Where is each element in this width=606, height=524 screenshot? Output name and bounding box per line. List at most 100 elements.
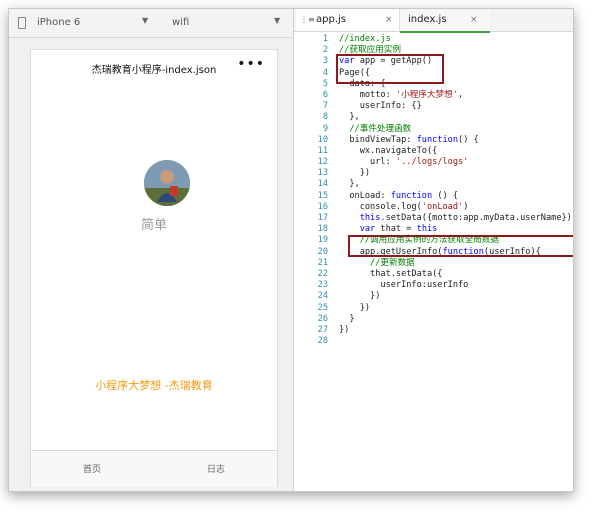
phone-device-icon (18, 17, 26, 29)
line-number: 15 (317, 190, 328, 201)
line-number: 10 (317, 134, 328, 145)
simulator-panel: iPhone 6 ▼ wifi ▼ 杰瑞教育小程序-index.json •••… (9, 9, 294, 491)
line-number: 14 (317, 179, 328, 190)
device-select[interactable]: iPhone 6 (37, 17, 80, 28)
code-text: userInfo:userInfo (339, 280, 469, 291)
line-number: 26 (317, 313, 328, 324)
line-number: 19 (317, 235, 328, 246)
code-line[interactable]: 11 wx.navigateTo({ (294, 146, 573, 157)
code-text: userInfo: {} (339, 101, 422, 112)
network-select[interactable]: wifi (172, 17, 189, 28)
code-text: }) (339, 324, 350, 335)
code-line[interactable]: 9 //事件处理函数 (294, 124, 573, 135)
code-text: console.log('onLoad') (339, 201, 469, 212)
line-number: 11 (317, 145, 328, 156)
tab-bar: 首页 日志 (31, 450, 277, 487)
motto-text: 小程序大梦想 -杰瑞教育 (95, 379, 213, 392)
line-number: 8 (322, 112, 328, 123)
line-number: 27 (317, 324, 328, 335)
code-text: }) (339, 291, 381, 302)
line-number: 2 (322, 45, 328, 56)
line-number: 24 (317, 291, 328, 302)
code-text: }) (339, 168, 371, 179)
code-line[interactable]: 6 motto: '小程序大梦想', (294, 90, 573, 101)
line-number: 18 (317, 224, 328, 235)
code-line[interactable]: 28 (294, 336, 573, 347)
chevron-down-icon[interactable]: ▼ (142, 16, 148, 25)
code-line[interactable]: 1 //index.js (294, 34, 573, 45)
line-number: 16 (317, 201, 328, 212)
code-text: url: '../logs/logs' (339, 157, 469, 168)
close-icon[interactable]: × (385, 9, 393, 31)
user-nickname: 简单 (140, 218, 167, 233)
code-line[interactable]: 18 var that = this (294, 224, 573, 235)
line-number: 21 (317, 257, 328, 268)
code-line[interactable]: 15 onLoad: function () { (294, 191, 573, 202)
code-text: motto: '小程序大梦想', (339, 89, 464, 100)
code-text: }, (339, 179, 360, 190)
line-number: 4 (322, 67, 328, 78)
code-line[interactable]: 8 }, (294, 112, 573, 123)
line-number: 9 (322, 123, 328, 134)
code-line[interactable]: 24 }) (294, 291, 573, 302)
line-number: 1 (322, 34, 328, 44)
code-text: }) (339, 302, 371, 313)
line-number: 25 (317, 302, 328, 313)
highlight-box-getapp (336, 54, 444, 84)
code-line[interactable]: 13 }) (294, 168, 573, 179)
code-line[interactable]: 10 bindViewTap: function() { (294, 135, 573, 146)
line-number: 12 (317, 157, 328, 168)
tab-label: index.js (408, 14, 447, 25)
code-line[interactable]: 25 }) (294, 303, 573, 314)
line-number: 22 (317, 268, 328, 279)
more-menu-button[interactable]: ••• (237, 56, 265, 72)
code-line[interactable]: 22 that.setData({ (294, 269, 573, 280)
user-avatar[interactable] (144, 160, 190, 206)
line-number: 13 (317, 168, 328, 179)
file-tree-icon[interactable]: ⋮≡ (300, 9, 315, 31)
line-number: 23 (317, 280, 328, 291)
tab-label: app.js (316, 14, 346, 25)
code-line[interactable]: 26 } (294, 314, 573, 325)
code-line[interactable]: 23 userInfo:userInfo (294, 280, 573, 291)
code-text: that.setData({ (339, 268, 443, 279)
tab-index-js[interactable]: index.js × (400, 9, 490, 33)
avatar-image (144, 160, 190, 206)
code-text: //index.js (339, 34, 391, 44)
line-number: 20 (317, 246, 328, 257)
code-text: }, (339, 112, 360, 123)
close-icon[interactable]: × (470, 9, 478, 31)
line-number: 17 (317, 213, 328, 223)
tab-home[interactable]: 首页 (83, 462, 101, 475)
simulator-toolbar: iPhone 6 ▼ wifi ▼ (9, 9, 293, 38)
line-number: 3 (322, 56, 328, 67)
editor-tabs: ⋮≡ app.js × index.js × (294, 9, 573, 33)
tab-logs[interactable]: 日志 (207, 462, 225, 475)
code-line[interactable]: 21 //更新数据 (294, 258, 573, 269)
code-text: //更新数据 (370, 257, 415, 268)
code-text: } (339, 313, 355, 324)
code-text: //事件处理函数 (349, 123, 412, 134)
code-line[interactable]: 14 }, (294, 179, 573, 190)
chevron-down-icon[interactable]: ▼ (274, 16, 280, 25)
code-line[interactable]: 7 userInfo: {} (294, 101, 573, 112)
phone-screen: 杰瑞教育小程序-index.json ••• 简单 小程序大梦想 -杰瑞教育 首… (30, 49, 278, 487)
highlight-box-setdata (348, 235, 573, 257)
code-line[interactable]: 16 console.log('onLoad') (294, 202, 573, 213)
code-text: wx.navigateTo({ (339, 145, 438, 156)
line-number: 7 (322, 101, 328, 112)
code-text: this.setData({motto:app.myData.userName}… (359, 213, 574, 223)
line-number: 5 (322, 78, 328, 89)
tab-app-js[interactable]: ⋮≡ app.js × (296, 9, 400, 31)
code-text: onLoad: function () { (339, 190, 459, 201)
code-editor: ⋮≡ app.js × index.js × 1//index.js 2//获取应… (294, 9, 573, 491)
code-line[interactable]: 12 url: '../logs/logs' (294, 157, 573, 168)
screenshot-frame: iPhone 6 ▼ wifi ▼ 杰瑞教育小程序-index.json •••… (8, 8, 574, 492)
navigation-bar: 杰瑞教育小程序-index.json ••• (31, 50, 277, 84)
code-text: var that = this (359, 224, 438, 235)
code-line[interactable]: 17 this.setData({motto:app.myData.userNa… (294, 213, 573, 224)
line-number: 6 (322, 89, 328, 100)
line-number: 28 (317, 336, 328, 347)
code-line[interactable]: 27}) (294, 325, 573, 336)
code-text: bindViewTap: function() { (339, 134, 479, 145)
